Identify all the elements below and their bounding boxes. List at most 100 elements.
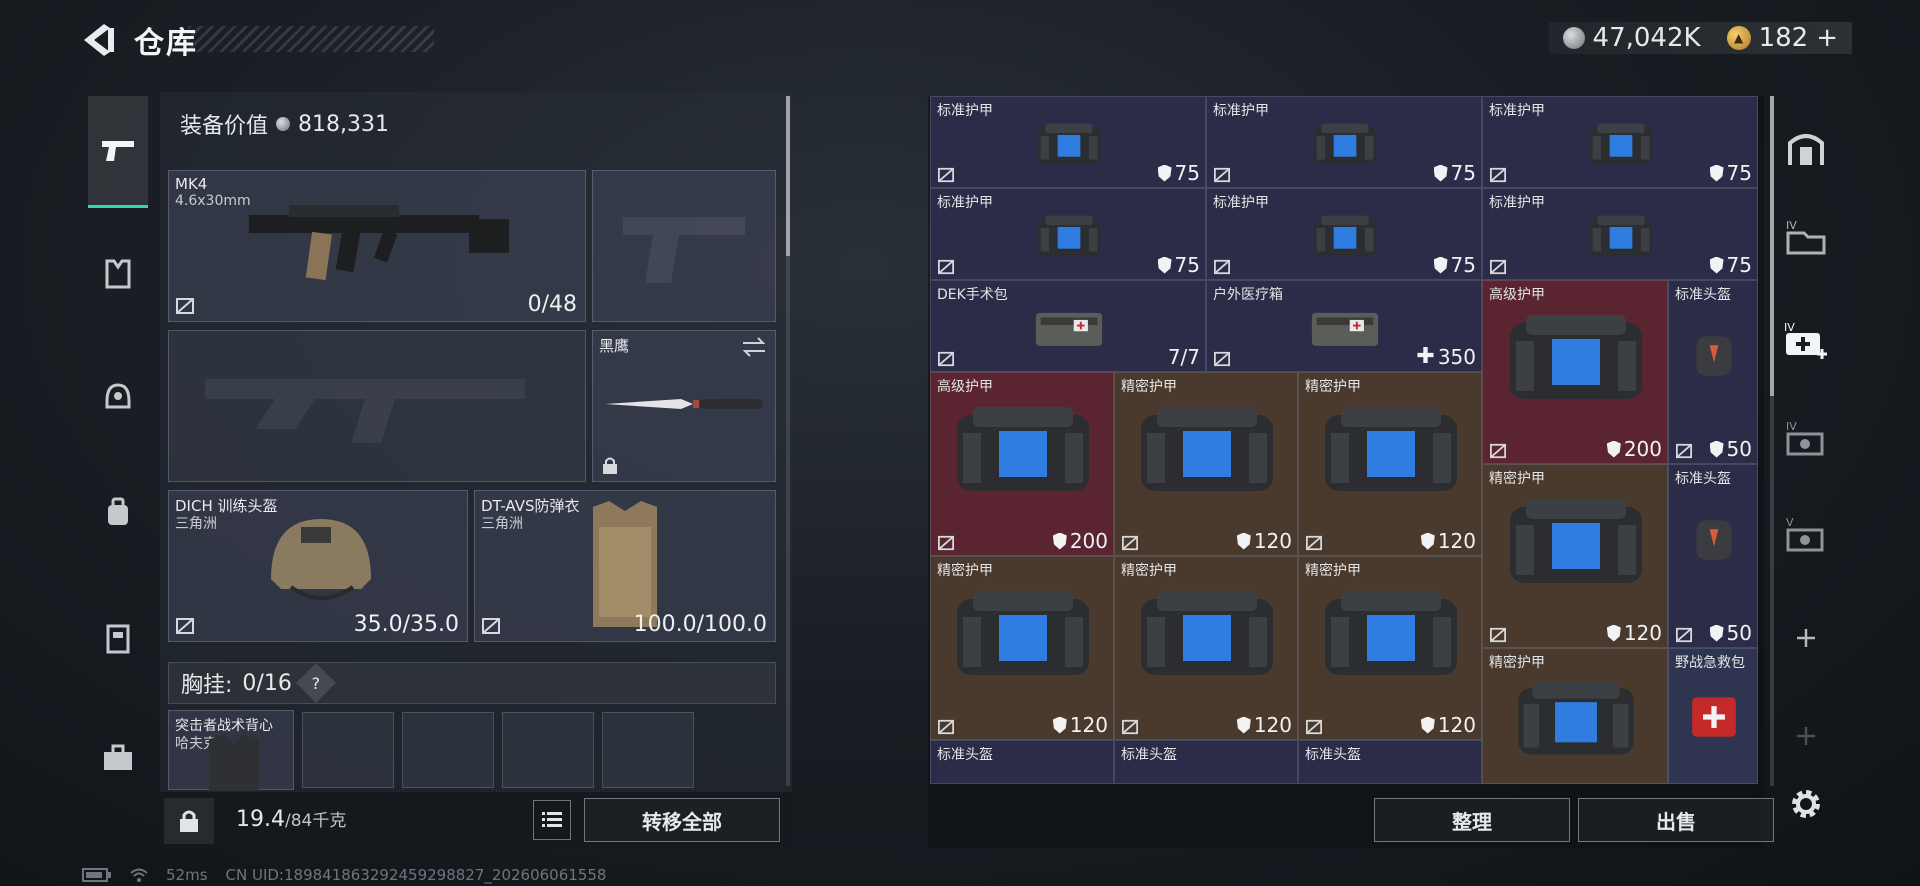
pistol-slot[interactable] xyxy=(592,170,776,322)
nav-armor[interactable] xyxy=(88,244,148,304)
storage-item-value: 120 xyxy=(1420,529,1476,553)
secondary-weapon-slot[interactable] xyxy=(168,330,586,482)
storage-item-value-text: 120 xyxy=(1253,529,1292,553)
storage-tab-5[interactable]: V xyxy=(1780,510,1832,558)
no-insurance-icon xyxy=(1122,535,1138,551)
storage-item-name: 标准护甲 xyxy=(1489,195,1545,211)
lock-button[interactable] xyxy=(164,798,214,844)
storage-item[interactable]: 标准头盔 xyxy=(1298,740,1482,784)
sell-button[interactable]: 出售 xyxy=(1578,798,1774,842)
storage-scroll-thumb[interactable] xyxy=(1770,96,1774,396)
storage-item[interactable]: 标准头盔 50 xyxy=(1668,464,1758,648)
storage-item[interactable]: DEK手术包 7/7 xyxy=(930,280,1206,372)
helmet-faction: 三角洲 xyxy=(175,516,217,532)
helmet-slot[interactable]: DICH 训练头盔 三角洲 35.0/35.0 xyxy=(168,490,468,642)
storage-item[interactable]: 精密护甲 120 xyxy=(1298,556,1482,740)
storage-item[interactable]: 精密护甲 120 xyxy=(1482,464,1668,648)
nav-helmets[interactable] xyxy=(88,366,148,426)
armor-item-icon xyxy=(1518,681,1634,755)
storage-item[interactable]: 标准护甲 75 xyxy=(1482,96,1758,188)
nav-toolbox[interactable] xyxy=(88,728,148,788)
storage-item[interactable]: 精密护甲 120 xyxy=(930,556,1114,740)
storage-item[interactable]: 标准头盔 50 xyxy=(1668,280,1758,464)
storage-item-value-text: 120 xyxy=(1623,621,1662,645)
heal-plus-icon: ✚ xyxy=(1416,344,1435,369)
storage-item[interactable]: 高级护甲 200 xyxy=(930,372,1114,556)
nav-weapons[interactable] xyxy=(88,96,148,208)
chest-rig-capacity: 0/16 xyxy=(242,670,292,696)
rig-empty-slot[interactable] xyxy=(502,712,594,788)
help-button[interactable]: ? xyxy=(296,663,336,703)
storage-item-value: 120 xyxy=(1052,713,1108,737)
back-button[interactable] xyxy=(78,18,118,62)
storage-item-value-text: 75 xyxy=(1174,253,1200,277)
armor-slot[interactable]: DT-AVS防弹衣 三角洲 100.0/100.0 xyxy=(474,490,776,642)
melee-slot[interactable]: 黑鹰 xyxy=(592,330,776,482)
medical-kit-icon xyxy=(1311,312,1379,346)
storage-tab-4-medical[interactable]: IV xyxy=(1780,316,1832,364)
equipment-value-label: 装备价值 xyxy=(180,114,269,139)
tier-5-icon: V xyxy=(1786,516,1824,552)
equipment-scroll-thumb[interactable] xyxy=(786,96,790,256)
storage-item[interactable]: 精密护甲 xyxy=(1482,648,1668,784)
shield-icon xyxy=(1157,164,1172,182)
no-insurance-icon xyxy=(176,618,194,634)
storage-item[interactable]: 户外医疗箱 ✚ 350 xyxy=(1206,280,1482,372)
first-aid-kit-icon xyxy=(1692,697,1736,737)
shield-icon xyxy=(1420,532,1435,550)
no-insurance-icon xyxy=(1306,535,1322,551)
shield-icon xyxy=(1709,440,1724,458)
storage-item[interactable]: 标准护甲 75 xyxy=(1482,188,1758,280)
rig-empty-slot[interactable] xyxy=(302,712,394,788)
swap-icon[interactable] xyxy=(741,337,767,357)
storage-item-value-text: 350 xyxy=(1437,344,1476,369)
helmet-item-icon xyxy=(1696,336,1732,376)
storage-item-value: 120 xyxy=(1606,621,1662,645)
safe-box-button[interactable] xyxy=(1780,124,1832,172)
nav-rigs[interactable] xyxy=(88,608,148,668)
list-view-button[interactable] xyxy=(533,800,571,840)
settings-button[interactable] xyxy=(1780,780,1832,828)
storage-item-value: 75 xyxy=(1709,161,1752,185)
rig-empty-slot[interactable] xyxy=(602,712,694,788)
shield-icon xyxy=(1236,716,1251,734)
plus-icon xyxy=(1797,629,1815,647)
sort-button[interactable]: 整理 xyxy=(1374,798,1570,842)
storage-item[interactable]: 精密护甲 120 xyxy=(1114,372,1298,556)
storage-item[interactable]: 标准护甲 75 xyxy=(930,96,1206,188)
helmet-item-icon xyxy=(1696,520,1732,560)
storage-item[interactable]: 标准护甲 75 xyxy=(1206,188,1482,280)
storage-item[interactable]: 标准头盔 xyxy=(1114,740,1298,784)
add-currency-button[interactable]: + xyxy=(1816,23,1838,53)
weapon-name: MK4 xyxy=(175,175,208,193)
rig-empty-slot[interactable] xyxy=(402,712,494,788)
armor-item-icon xyxy=(957,591,1089,675)
ammo-tier-icon: IV xyxy=(1786,420,1824,456)
shield-icon xyxy=(1606,624,1621,642)
primary-weapon-slot[interactable]: MK4 4.6x30mm 0/48 xyxy=(168,170,586,322)
no-insurance-icon xyxy=(1214,167,1230,183)
add-tab-button[interactable] xyxy=(1780,614,1832,662)
shield-icon xyxy=(1606,440,1621,458)
storage-item[interactable]: 精密护甲 120 xyxy=(1298,372,1482,556)
backpack-slot[interactable]: 突击者战术背心 哈夫克 xyxy=(168,710,294,791)
storage-item[interactable]: 标准头盔 xyxy=(930,740,1114,784)
nav-backpacks[interactable] xyxy=(88,482,148,542)
storage-item[interactable]: 标准护甲 75 xyxy=(1206,96,1482,188)
storage-item-value: 200 xyxy=(1052,529,1108,553)
no-insurance-icon xyxy=(938,351,954,367)
coin-icon xyxy=(1562,27,1585,49)
no-insurance-icon xyxy=(1490,443,1506,459)
melee-name: 黑鹰 xyxy=(599,337,630,355)
vest-item-icon xyxy=(209,735,259,791)
storage-item[interactable]: 标准护甲 75 xyxy=(930,188,1206,280)
storage-item[interactable]: 精密护甲 120 xyxy=(1114,556,1298,740)
storage-item[interactable]: 高级护甲 200 xyxy=(1482,280,1668,464)
storage-tab-4-ammo[interactable]: IV xyxy=(1780,414,1832,462)
transfer-all-button[interactable]: 转移全部 xyxy=(584,798,780,842)
storage-tab-4-folder[interactable]: IV xyxy=(1780,212,1832,260)
armor-item-icon xyxy=(1589,215,1653,256)
storage-item[interactable]: 野战急救包 xyxy=(1668,648,1758,784)
no-insurance-icon xyxy=(1676,627,1692,643)
no-insurance-icon xyxy=(1490,167,1506,183)
